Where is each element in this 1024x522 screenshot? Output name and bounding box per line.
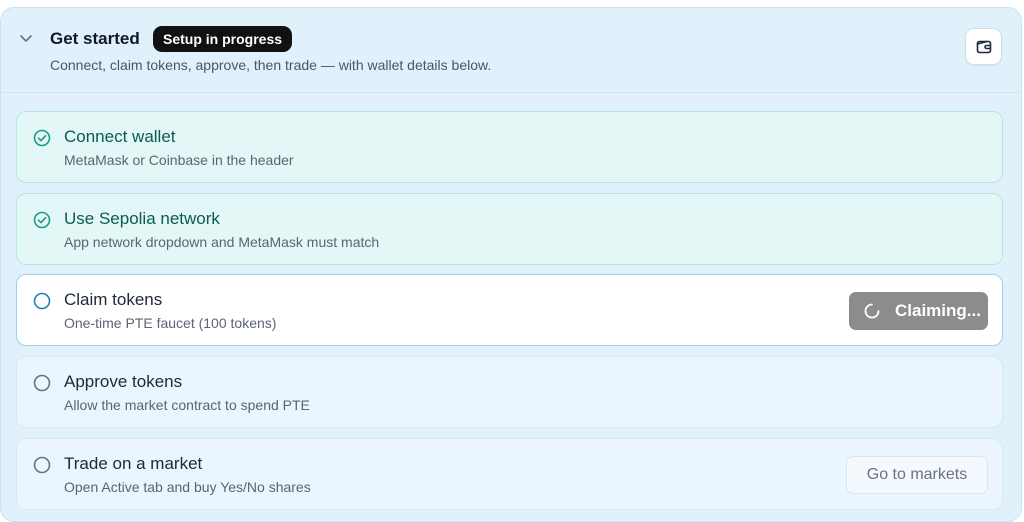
step-title: Trade on a market [64, 454, 203, 473]
circle-icon [33, 456, 51, 474]
wallet-button[interactable] [965, 28, 1002, 65]
step-description: One-time PTE faucet (100 tokens) [64, 315, 277, 331]
step-title: Approve tokens [64, 372, 183, 391]
step-connect-wallet[interactable]: Connect wallet MetaMask or Coinbase in t… [16, 111, 1003, 183]
claim-button[interactable]: Claiming... [849, 292, 988, 330]
step-title: Connect wallet [64, 127, 176, 146]
wallet-icon [976, 40, 991, 53]
check-circle-icon [33, 129, 51, 147]
status-badge: Setup in progress [153, 26, 293, 52]
go-to-markets-button[interactable]: Go to markets [846, 456, 988, 494]
step-description: MetaMask or Coinbase in the header [64, 152, 294, 168]
circle-icon [33, 292, 51, 310]
get-started-panel: Get started Setup in progress Connect, c… [0, 7, 1022, 522]
step-title: Use Sepolia network [64, 209, 220, 228]
step-description: Allow the market contract to spend PTE [64, 397, 310, 413]
step-claim-tokens[interactable]: Claim tokens One-time PTE faucet (100 to… [16, 274, 1003, 346]
header-divider [1, 92, 1021, 93]
claim-button-label: Claiming... [895, 301, 981, 320]
step-description: Open Active tab and buy Yes/No shares [64, 479, 311, 495]
step-approve-tokens[interactable]: Approve tokens Allow the market contract… [16, 356, 1003, 428]
circle-icon [33, 374, 51, 392]
step-title: Claim tokens [64, 290, 163, 309]
spinner-icon [864, 303, 880, 319]
panel-subtitle: Connect, claim tokens, approve, then tra… [50, 57, 492, 73]
step-use-sepolia[interactable]: Use Sepolia network App network dropdown… [16, 193, 1003, 265]
check-circle-icon [33, 211, 51, 229]
panel-header[interactable]: Get started Setup in progress Connect, c… [1, 8, 1021, 92]
chevron-down-icon[interactable] [19, 31, 33, 45]
page-title: Get started [50, 29, 140, 48]
step-description: App network dropdown and MetaMask must m… [64, 234, 380, 250]
step-trade-market[interactable]: Trade on a market Open Active tab and bu… [16, 438, 1003, 510]
